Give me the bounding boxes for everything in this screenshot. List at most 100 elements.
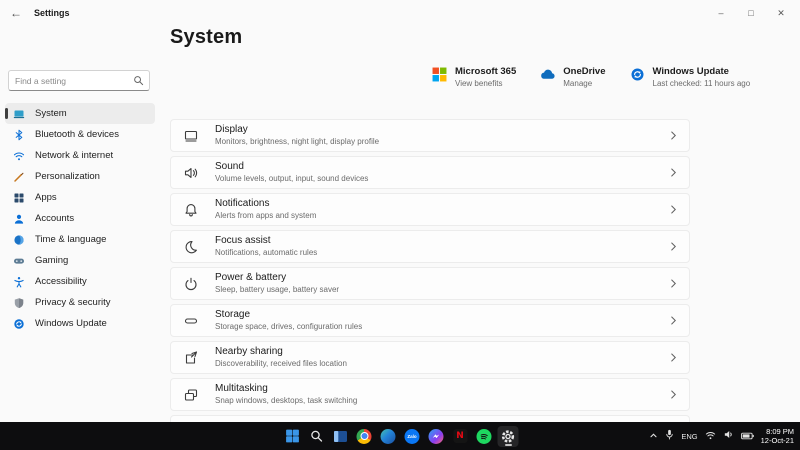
netflix-button[interactable]: N [450,426,471,447]
chrome-button[interactable] [354,426,375,447]
system-laptop-icon [13,108,25,120]
spotify-button[interactable] [474,426,495,447]
sidebar-item-system[interactable]: System [5,103,155,124]
tray-speaker-icon[interactable] [723,427,734,445]
settings-card-subtitle: Volume levels, output, input, sound devi… [215,174,369,183]
sidebar-item-label: Accessibility [35,276,87,287]
sidebar-item-windows-update[interactable]: Windows Update [5,313,155,334]
person-icon [13,213,25,225]
chevron-right-icon [670,278,677,289]
settings-card-focus-assist[interactable]: Focus assist Notifications, automatic ru… [170,230,690,263]
search-input[interactable] [8,70,150,91]
brush-icon [13,171,25,183]
main-content: System Microsoft 365 View benefits OneDr… [160,26,800,422]
settings-card-title: Sound [215,161,244,172]
sidebar-item-label: Gaming [35,255,69,266]
zalo-button[interactable]: Zalo [402,426,423,447]
settings-card-storage[interactable]: Storage Storage space, drives, configura… [170,304,690,337]
edge-button[interactable] [378,426,399,447]
chevron-right-icon [670,167,677,178]
microsoft-logo-icon [432,67,447,82]
sidebar-item-privacy[interactable]: Privacy & security [5,292,155,313]
sidebar-item-apps[interactable]: Apps [5,187,155,208]
quick-card-title: OneDrive [563,66,606,77]
windows-update-card[interactable]: Windows Update Last checked: 11 hours ag… [630,66,751,89]
maximize-button[interactable]: □ [744,8,758,18]
quick-card-title: Windows Update [652,66,729,77]
sidebar-item-accessibility[interactable]: Accessibility [5,271,155,292]
settings-card-nearby-sharing[interactable]: Nearby sharing Discoverability, received… [170,341,690,374]
sidebar-item-gaming[interactable]: Gaming [5,250,155,271]
sidebar-item-personalization[interactable]: Personalization [5,166,155,187]
settings-card-subtitle: Monitors, brightness, night light, displ… [215,137,380,146]
sidebar-item-label: Privacy & security [35,297,111,308]
windows-logo-icon [285,429,299,443]
tray-time: 8:09 PM [766,427,794,436]
sidebar: System Bluetooth & devices Network & int… [0,26,160,422]
minimize-button[interactable]: – [714,8,728,18]
settings-card-title: Notifications [215,198,270,209]
chevron-right-icon [670,315,677,326]
bluetooth-icon [13,129,25,141]
tray-battery-icon[interactable] [740,427,754,445]
quick-card-subtitle: Last checked: 11 hours ago [652,79,751,88]
tray-wifi-icon[interactable] [705,427,716,445]
clock-globe-icon [13,234,25,246]
settings-card-notifications[interactable]: Notifications Alerts from apps and syste… [170,193,690,226]
edge-icon [380,428,396,444]
page-title: System [170,26,243,48]
windows-stack-icon [183,387,199,403]
settings-card-display[interactable]: Display Monitors, brightness, night ligh… [170,119,690,152]
settings-card-multitasking[interactable]: Multitasking Snap windows, desktops, tas… [170,378,690,411]
settings-list: Display Monitors, brightness, night ligh… [170,119,690,422]
sidebar-item-label: Bluetooth & devices [35,129,119,140]
taskbar-tray: ENG 8:09 PM 12-Oct-21 [649,422,794,450]
chevron-right-icon [670,204,677,215]
sidebar-item-time-language[interactable]: Time & language [5,229,155,250]
chevron-right-icon [670,389,677,400]
back-arrow-icon[interactable]: ← [10,6,22,20]
power-icon [183,276,199,292]
language-indicator[interactable]: ENG [681,432,697,441]
settings-card-subtitle: Snap windows, desktops, task switching [215,396,358,405]
settings-card-power-battery[interactable]: Power & battery Sleep, battery usage, ba… [170,267,690,300]
onedrive-card[interactable]: OneDrive Manage [540,66,606,89]
close-button[interactable]: ✕ [774,8,788,19]
display-icon [183,128,199,144]
sidebar-item-network[interactable]: Network & internet [5,145,155,166]
taskbar-center: Zalo N [282,422,519,450]
tray-microphone-icon[interactable] [665,427,674,445]
chevron-right-icon [670,241,677,252]
sidebar-item-label: System [35,108,67,119]
settings-card-subtitle: Discoverability, received files location [215,359,347,368]
settings-card-title: Storage [215,309,251,320]
windows-update-icon [630,67,645,82]
start-button[interactable] [282,426,303,447]
tray-date: 12-Oct-21 [760,436,794,445]
microsoft-365-card[interactable]: Microsoft 365 View benefits [432,66,516,89]
taskbar: Zalo N ENG 8:09 PM 12-Oct-21 [0,422,800,450]
messenger-button[interactable] [426,426,447,447]
settings-card-sound[interactable]: Sound Volume levels, output, input, soun… [170,156,690,189]
moon-icon [183,239,199,255]
settings-window: ← Settings – □ ✕ System Bluetooth & devi… [0,0,800,450]
tray-chevron-up-icon[interactable] [649,427,658,445]
quick-cards-row: Microsoft 365 View benefits OneDrive Man… [432,66,750,89]
quick-card-subtitle: View benefits [455,79,503,88]
messenger-icon [428,428,444,444]
task-view-button[interactable] [330,426,351,447]
speaker-icon [183,165,199,181]
settings-app-button[interactable] [497,425,519,447]
settings-card-title: Power & battery [215,272,287,283]
chrome-icon [356,428,372,444]
apps-grid-icon [13,192,25,204]
clock[interactable]: 8:09 PM 12-Oct-21 [761,427,794,445]
settings-card-partial[interactable] [170,415,690,422]
taskbar-search-button[interactable] [306,426,327,447]
window-title: Settings [34,8,70,18]
sidebar-item-accounts[interactable]: Accounts [5,208,155,229]
sidebar-item-bluetooth[interactable]: Bluetooth & devices [5,124,155,145]
chevron-right-icon [670,130,677,141]
quick-card-title: Microsoft 365 [455,66,517,77]
search-icon [134,76,144,86]
